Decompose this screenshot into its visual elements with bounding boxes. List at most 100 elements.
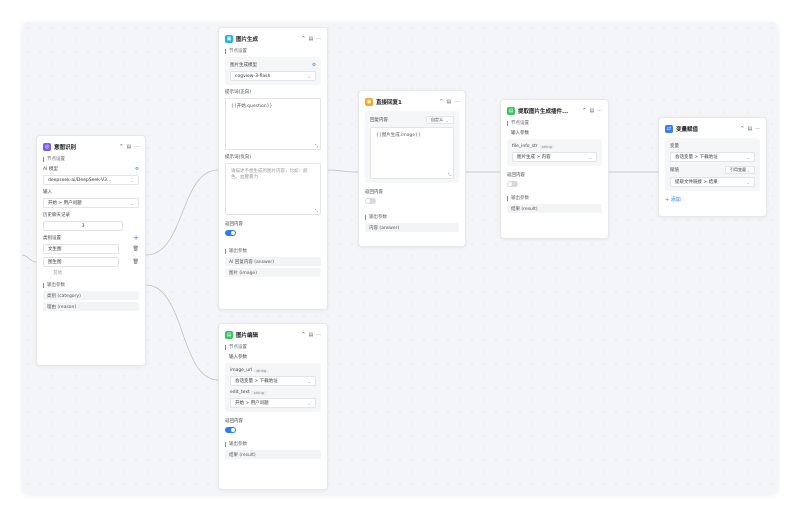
collapse-icon[interactable]: ^ (740, 126, 744, 132)
more-icon[interactable]: ··· (755, 126, 760, 132)
output-pill: 理由 (reason) (43, 302, 139, 311)
type-tag: string (254, 368, 269, 373)
collapse-icon[interactable]: ^ (119, 144, 123, 150)
param-name: image_url (230, 368, 253, 373)
input-select[interactable]: 开始 > 用户问题 ⌄ (43, 198, 139, 208)
section-title: 输出参数 (225, 248, 321, 254)
node-title: 意图识别 (54, 145, 77, 151)
add-assignment-button[interactable]: + 添加 (665, 196, 760, 203)
model-settings-icon[interactable]: ⚙ (135, 167, 139, 172)
collapse-icon[interactable]: ^ (439, 99, 443, 105)
negative-prompt-textarea[interactable]: 请描述不想生成的图片内容，比如：颜色、血腥暴力 ⤡ (225, 163, 321, 215)
chevron-down-icon: ⌄ (307, 73, 311, 79)
node-title: 变量赋值 (676, 127, 699, 133)
chevron-down-icon: ⌄ (746, 179, 750, 185)
extract-node[interactable]: ▤ 提取图片生成插件... ^ ▤ ··· 节点设置 输入参数 file_info_… (500, 99, 609, 239)
delete-icon[interactable]: 🗑 (133, 246, 139, 252)
ai-model-select[interactable]: deepseek-ai/DeepSeek-V3... ⌄ (43, 175, 139, 185)
settings-icon[interactable]: ▤ (589, 108, 594, 114)
intent-icon: ◎ (43, 143, 51, 151)
reply-mode-select[interactable]: 自定义 ⌄ (426, 116, 454, 124)
node-title: 直接回复1 (376, 100, 402, 106)
param-name: file_info_str (512, 144, 538, 149)
chevron-down-icon: ⌄ (746, 154, 750, 160)
collapse-icon[interactable]: ^ (301, 36, 305, 42)
history-stepper[interactable]: 3 (43, 221, 123, 231)
return-content-toggle[interactable] (507, 181, 518, 187)
settings-icon[interactable]: ▤ (308, 36, 313, 42)
category-other: 其他 (53, 271, 62, 276)
chevron-down-icon: ⌄ (307, 378, 311, 384)
settings-icon[interactable]: ▤ (126, 144, 131, 150)
categories-label: 类别设置 (43, 236, 61, 241)
history-label: 历史聊天记录 (43, 213, 70, 218)
variable-label: 变量 (670, 144, 679, 149)
input-label: 输入 (43, 190, 52, 195)
return-content-toggle[interactable] (225, 427, 236, 433)
chevron-down-icon: ⌄ (130, 200, 134, 206)
section-title: 输出参数 (507, 195, 602, 201)
output-pill: 结果 (result) (225, 450, 321, 459)
image-edit-icon: ▤ (225, 331, 233, 339)
extract-icon: ▤ (507, 107, 515, 115)
edit-text-select[interactable]: 开始 > 用户问题 ⌄ (230, 398, 316, 408)
resize-icon[interactable]: ⤡ (315, 208, 318, 213)
more-icon[interactable]: ··· (454, 99, 459, 105)
collapse-icon[interactable]: ^ (301, 332, 305, 338)
negative-prompt-label: 提示词(负向) (225, 155, 252, 160)
category-input[interactable]: 图生图 (43, 257, 119, 267)
more-icon[interactable]: ··· (597, 108, 602, 114)
variable-assign-node[interactable]: ⇄ 变量赋值 ^ ▤ ··· 变量 会话变量 > 下载地址 ⌄ 赋值 引用变量 ⌄ 提取文… (658, 117, 767, 217)
resize-icon[interactable]: ⤡ (315, 143, 318, 148)
intent-node[interactable]: ◎ 意图识别 ^ ▤ ··· 节点设置 AI 模型 ⚙ deepseek-ai/Dee… (36, 135, 146, 366)
return-content-toggle[interactable] (225, 230, 236, 236)
value-label: 赋值 (670, 168, 679, 173)
type-tag: string (539, 144, 554, 149)
return-content-label: 返回内容 (507, 173, 525, 178)
image-generate-icon: ▣ (225, 35, 233, 43)
category-input[interactable]: 文生图 (43, 244, 119, 254)
output-pill: 类别 (category) (43, 291, 139, 300)
output-pill: 内容 (answer) (365, 223, 459, 232)
prompt-textarea[interactable]: {{开始.question}} ⤡ (225, 98, 321, 150)
node-title: 图片生成 (236, 37, 259, 43)
chevron-down-icon: ⌄ (588, 154, 592, 160)
settings-icon[interactable]: ▤ (446, 99, 451, 105)
variable-select[interactable]: 会话变量 > 下载地址 ⌄ (670, 152, 755, 162)
section-title: 输出参数 (43, 282, 139, 288)
image-generate-node[interactable]: ▣ 图片生成 ^ ▤ ··· 节点设置 图片生成模型 ⚙ cogview-3-flas… (218, 27, 328, 310)
settings-icon[interactable]: ▤ (747, 126, 752, 132)
prompt-label: 提示词(正向) (225, 90, 252, 95)
more-icon[interactable]: ··· (316, 36, 321, 42)
variable-assign-icon: ⇄ (665, 125, 673, 133)
delete-icon[interactable]: 🗑 (133, 259, 139, 265)
return-content-label: 返回内容 (225, 419, 243, 424)
section-title: 节点设置 (43, 156, 139, 162)
section-title: 输出参数 (225, 441, 321, 447)
type-tag: string (251, 390, 266, 395)
image-edit-node[interactable]: ▤ 图片编辑 ^ ▤ ··· 节点设置 输入参数 image_url string 会… (218, 323, 328, 490)
file-info-select[interactable]: 图片生成 > 内容 ⌄ (512, 152, 597, 162)
collapse-icon[interactable]: ^ (582, 108, 586, 114)
more-icon[interactable]: ··· (316, 332, 321, 338)
ai-model-label: AI 模型 (43, 167, 58, 172)
node-title: 图片编辑 (236, 333, 259, 339)
value-mode-select[interactable]: 引用变量 ⌄ (725, 166, 755, 174)
resize-icon[interactable]: ⤡ (448, 172, 451, 177)
return-content-label: 返回内容 (225, 222, 243, 227)
model-settings-icon[interactable]: ⚙ (312, 63, 316, 68)
model-select[interactable]: cogview-3-flash ⌄ (230, 71, 316, 81)
chevron-down-icon: ⌄ (307, 400, 311, 406)
chevron-down-icon: ⌄ (130, 177, 134, 183)
add-category-icon[interactable]: + (133, 235, 139, 242)
reply-node[interactable]: ▣ 直接回复1 ^ ▤ ··· 回复内容 自定义 ⌄ {{图片生成.image}} ⤡ 返… (358, 90, 466, 247)
value-select[interactable]: 提取文件链接 > 结果 ⌄ (670, 177, 755, 187)
model-label: 图片生成模型 (230, 63, 257, 68)
reply-icon: ▣ (365, 98, 373, 106)
image-url-select[interactable]: 会话变量 > 下载地址 ⌄ (230, 376, 316, 386)
more-icon[interactable]: ··· (134, 144, 139, 150)
reply-content-textarea[interactable]: {{图片生成.image}} ⤡ (370, 127, 454, 179)
settings-icon[interactable]: ▤ (308, 332, 313, 338)
return-content-toggle[interactable] (365, 198, 376, 204)
return-content-label: 返回内容 (365, 190, 383, 195)
